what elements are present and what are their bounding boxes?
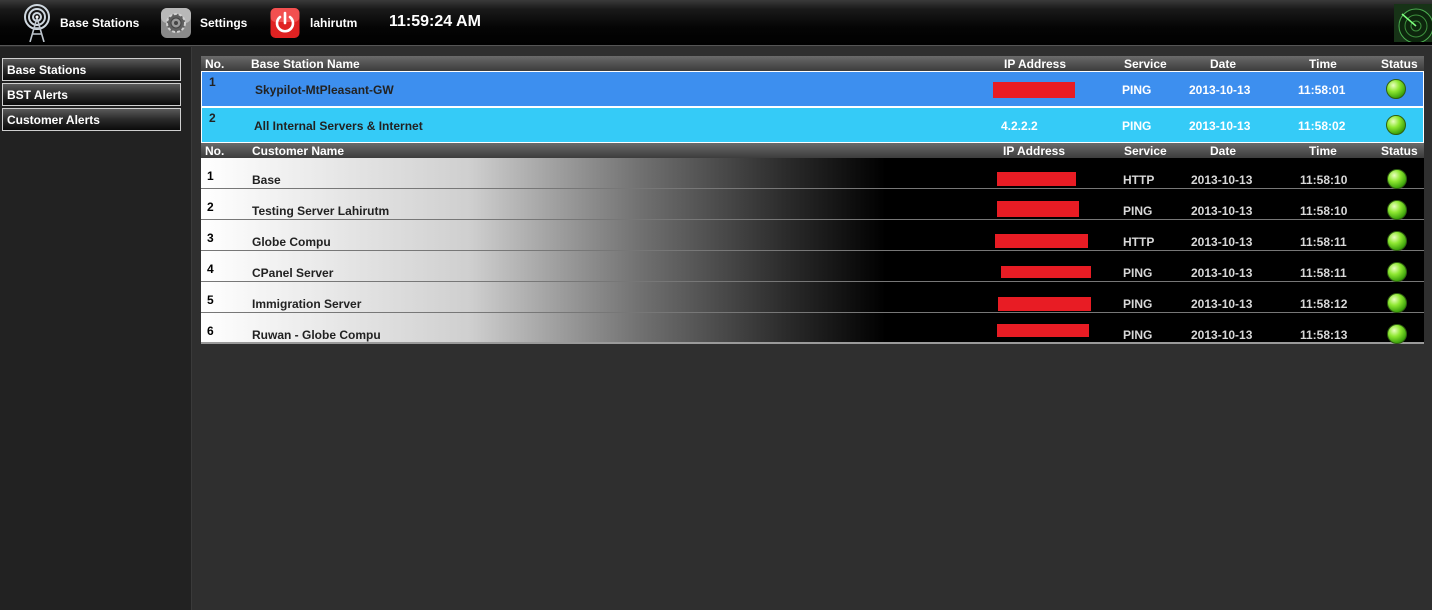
- service: PING: [1123, 204, 1153, 218]
- redacted-ip: [997, 324, 1089, 337]
- sidebar-item-base-stations[interactable]: Base Stations: [2, 58, 181, 81]
- clock: 11:59:24 AM: [389, 13, 481, 30]
- date: 2013-10-13: [1189, 119, 1251, 133]
- table-row[interactable]: 4 CPanel Server PING 2013-10-13 11:58:11: [201, 251, 1424, 282]
- col-header-date: Date: [1210, 144, 1237, 158]
- nav-settings-label: Settings: [200, 16, 248, 30]
- col-header-service: Service: [1124, 57, 1167, 71]
- time: 11:58:11: [1300, 235, 1347, 249]
- table-row[interactable]: 2 Testing Server Lahirutm PING 2013-10-1…: [201, 189, 1424, 220]
- table-row[interactable]: 5 Immigration Server PING 2013-10-13 11:…: [201, 282, 1424, 313]
- col-header-customer-name: Customer Name: [252, 144, 345, 158]
- base-station-name: Skypilot-MtPleasant-GW: [255, 83, 394, 97]
- antenna-icon: [20, 4, 54, 42]
- table-row[interactable]: 1 Base HTTP 2013-10-13 11:58:10: [201, 158, 1424, 189]
- table-row[interactable]: 6 Ruwan - Globe Compu PING 2013-10-13 11…: [201, 313, 1424, 344]
- nav-base-stations[interactable]: Base Stations: [20, 0, 139, 46]
- redacted-ip: [997, 172, 1076, 186]
- col-header-status: Status: [1381, 144, 1418, 158]
- username-label: lahirutm: [310, 16, 358, 30]
- status-green-icon: [1387, 293, 1407, 313]
- date: 2013-10-13: [1191, 328, 1253, 342]
- sidebar-item-customer-alerts[interactable]: Customer Alerts: [2, 108, 181, 131]
- col-header-no: No.: [205, 57, 225, 71]
- col-header-service: Service: [1124, 144, 1167, 158]
- col-header-date: Date: [1210, 57, 1237, 71]
- col-header-ip: IP Address: [1003, 144, 1066, 158]
- date: 2013-10-13: [1191, 173, 1253, 187]
- sidebar: Base Stations BST Alerts Customer Alerts: [0, 47, 192, 610]
- table-row[interactable]: 1 Skypilot-MtPleasant-GW PING 2013-10-13…: [201, 71, 1424, 107]
- date: 2013-10-13: [1191, 204, 1253, 218]
- redacted-ip: [995, 234, 1088, 248]
- service: HTTP: [1123, 235, 1155, 249]
- row-no: 2: [209, 111, 216, 125]
- customer-name: Globe Compu: [252, 235, 331, 249]
- col-header-time: Time: [1309, 144, 1337, 158]
- status-green-icon: [1386, 115, 1406, 135]
- col-header-no: No.: [205, 144, 225, 158]
- time: 11:58:11: [1300, 266, 1347, 280]
- nav-settings[interactable]: Settings: [160, 0, 247, 46]
- date: 2013-10-13: [1191, 235, 1253, 249]
- col-header-time: Time: [1309, 57, 1337, 71]
- customer-name: Immigration Server: [252, 297, 362, 311]
- service: PING: [1122, 83, 1152, 97]
- time: 11:58:01: [1298, 83, 1346, 97]
- time: 11:58:13: [1300, 328, 1348, 342]
- gear-icon: [160, 7, 192, 39]
- row-no: 6: [207, 324, 214, 338]
- customer-table-header: No. Customer Name IP Address Service Dat…: [201, 143, 1424, 158]
- base-station-name: All Internal Servers & Internet: [254, 119, 423, 133]
- time: 11:58:10: [1300, 204, 1348, 218]
- date: 2013-10-13: [1191, 297, 1253, 311]
- row-no: 1: [209, 75, 216, 89]
- nav-base-stations-label: Base Stations: [60, 16, 140, 30]
- service: PING: [1122, 119, 1152, 133]
- table-row[interactable]: 2 All Internal Servers & Internet 4.2.2.…: [201, 107, 1424, 143]
- customer-name: Base: [252, 173, 281, 187]
- status-green-icon: [1387, 231, 1407, 251]
- date: 2013-10-13: [1191, 266, 1253, 280]
- top-bar: Base Stations Settings lahirutm 11:59:24…: [0, 0, 1432, 46]
- row-no: 3: [207, 231, 214, 245]
- status-green-icon: [1387, 262, 1407, 282]
- radar-icon: [1394, 4, 1432, 42]
- col-header-ip: IP Address: [1004, 57, 1067, 71]
- nav-user-logout[interactable]: lahirutm: [270, 0, 357, 46]
- service: HTTP: [1123, 173, 1155, 187]
- status-green-icon: [1387, 324, 1407, 344]
- customer-name: Testing Server Lahirutm: [252, 204, 390, 218]
- col-header-status: Status: [1381, 57, 1418, 71]
- customer-name: CPanel Server: [252, 266, 334, 280]
- service: PING: [1123, 297, 1153, 311]
- row-no: 4: [207, 262, 214, 276]
- time: 11:58:10: [1300, 173, 1348, 187]
- service: PING: [1123, 328, 1153, 342]
- ip-address: 4.2.2.2: [1001, 119, 1038, 133]
- base-station-table-header: No. Base Station Name IP Address Service…: [201, 56, 1424, 71]
- redacted-ip: [997, 201, 1079, 217]
- row-no: 1: [207, 169, 214, 183]
- row-no: 5: [207, 293, 214, 307]
- status-green-icon: [1387, 200, 1407, 220]
- power-icon: [270, 7, 300, 39]
- date: 2013-10-13: [1189, 83, 1251, 97]
- col-header-base-station-name: Base Station Name: [251, 57, 360, 71]
- row-no: 2: [207, 200, 214, 214]
- redacted-ip: [998, 297, 1091, 311]
- redacted-ip: [1001, 266, 1091, 278]
- time: 11:58:02: [1298, 119, 1346, 133]
- redacted-ip: [993, 82, 1075, 98]
- status-green-icon: [1386, 79, 1406, 99]
- table-row[interactable]: 3 Globe Compu HTTP 2013-10-13 11:58:11: [201, 220, 1424, 251]
- sidebar-item-bst-alerts[interactable]: BST Alerts: [2, 83, 181, 106]
- status-green-icon: [1387, 169, 1407, 189]
- time: 11:58:12: [1300, 297, 1348, 311]
- customer-name: Ruwan - Globe Compu: [252, 328, 381, 342]
- service: PING: [1123, 266, 1153, 280]
